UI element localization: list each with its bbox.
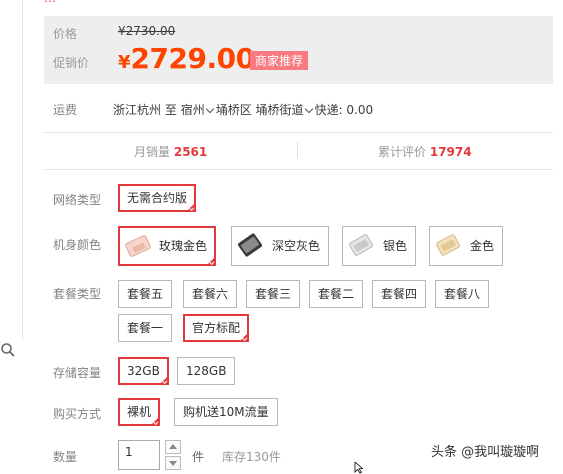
sales-stats: 月销量 2561 累计评价 17974 bbox=[44, 132, 553, 170]
package-option-5[interactable]: 套餐五 bbox=[118, 280, 173, 308]
package-option-4[interactable]: 套餐四 bbox=[372, 280, 427, 308]
package-option-3[interactable]: 套餐三 bbox=[246, 280, 301, 308]
color-label: 机身颜色 bbox=[53, 238, 102, 252]
search-icon[interactable] bbox=[0, 342, 16, 358]
package-option-1[interactable]: 套餐一 bbox=[118, 314, 173, 342]
chevron-down-icon bbox=[205, 104, 214, 114]
rose-gold-phone-thumbnail bbox=[125, 235, 151, 257]
purchase-method-label: 购买方式 bbox=[53, 407, 102, 421]
stock-count: 库存130件 bbox=[222, 450, 281, 464]
shipping-info: 浙江杭州 至 宿州 埇桥区 埇桥街道 快递: 0.00 bbox=[113, 101, 373, 118]
total-reviews[interactable]: 累计评价 17974 bbox=[378, 143, 472, 160]
package-option-official[interactable]: 官方标配 bbox=[183, 314, 250, 342]
color-option-space-gray[interactable]: 深空灰色 bbox=[231, 226, 330, 266]
package-label: 套餐类型 bbox=[53, 287, 102, 301]
watermark: 头条 @我叫璇璇啊 bbox=[431, 445, 540, 460]
storage-option-128gb[interactable]: 128GB bbox=[177, 357, 236, 385]
quantity-input[interactable]: 1 bbox=[118, 440, 160, 470]
ship-from: 浙江杭州 bbox=[113, 103, 162, 117]
shipping-label: 运费 bbox=[53, 103, 78, 117]
package-option-6[interactable]: 套餐六 bbox=[183, 280, 238, 308]
province-select[interactable]: 宿州 bbox=[181, 103, 216, 117]
promo-price-value: 2729.00 bbox=[130, 42, 256, 75]
express-fee: 快递: 0.00 bbox=[314, 103, 374, 117]
price-panel: 价格 ¥2730.00 促销价 ¥2729.00 商家推荐 bbox=[44, 16, 553, 84]
color-option-silver[interactable]: 银色 bbox=[342, 226, 417, 266]
quantity-decrease-button[interactable] bbox=[165, 456, 181, 470]
monthly-sales: 月销量 2561 bbox=[134, 145, 208, 159]
storage-label: 存储容量 bbox=[53, 366, 102, 380]
quantity-label: 数量 bbox=[53, 450, 78, 464]
package-option-2[interactable]: 套餐二 bbox=[309, 280, 364, 308]
network-option-no-contract[interactable]: 无需合约版 bbox=[118, 184, 197, 212]
silver-phone-thumbnail bbox=[349, 234, 373, 256]
color-option-gold[interactable]: 金色 bbox=[429, 226, 504, 266]
monthly-sales-value: 2561 bbox=[173, 145, 208, 159]
ship-to-word: 至 bbox=[164, 103, 177, 117]
gold-phone-thumbnail bbox=[436, 234, 460, 256]
price-label: 价格 bbox=[53, 27, 78, 41]
package-option-8[interactable]: 套餐八 bbox=[435, 280, 490, 308]
quantity-increase-button[interactable] bbox=[165, 440, 181, 454]
cut-off-title: … bbox=[44, 0, 563, 3]
color-option-rose-gold[interactable]: 玫瑰金色 bbox=[118, 226, 217, 266]
quantity-unit: 件 bbox=[192, 450, 205, 464]
street-select[interactable]: 埇桥街道 bbox=[256, 103, 315, 117]
promo-price-label: 促销价 bbox=[53, 56, 90, 70]
mouse-cursor-icon bbox=[354, 462, 364, 474]
storage-option-32gb[interactable]: 32GB bbox=[118, 357, 169, 385]
purchase-option-bare[interactable]: 裸机 bbox=[118, 398, 161, 426]
currency-symbol: ¥ bbox=[118, 52, 131, 73]
divider bbox=[297, 142, 298, 158]
original-price: ¥2730.00 bbox=[118, 24, 176, 38]
divider bbox=[22, 0, 23, 340]
space-gray-phone-thumbnail bbox=[238, 233, 262, 257]
district-select[interactable]: 埇桥区 bbox=[216, 103, 252, 117]
left-sidebar-edge bbox=[0, 0, 28, 472]
chevron-down-icon bbox=[304, 104, 313, 114]
purchase-option-with-data[interactable]: 购机送10M流量 bbox=[174, 398, 278, 426]
promo-price: ¥2729.00 bbox=[118, 42, 255, 75]
network-type-label: 网络类型 bbox=[53, 193, 102, 207]
total-reviews-value: 17974 bbox=[429, 145, 472, 159]
merchant-recommend-badge: 商家推荐 bbox=[250, 51, 309, 70]
